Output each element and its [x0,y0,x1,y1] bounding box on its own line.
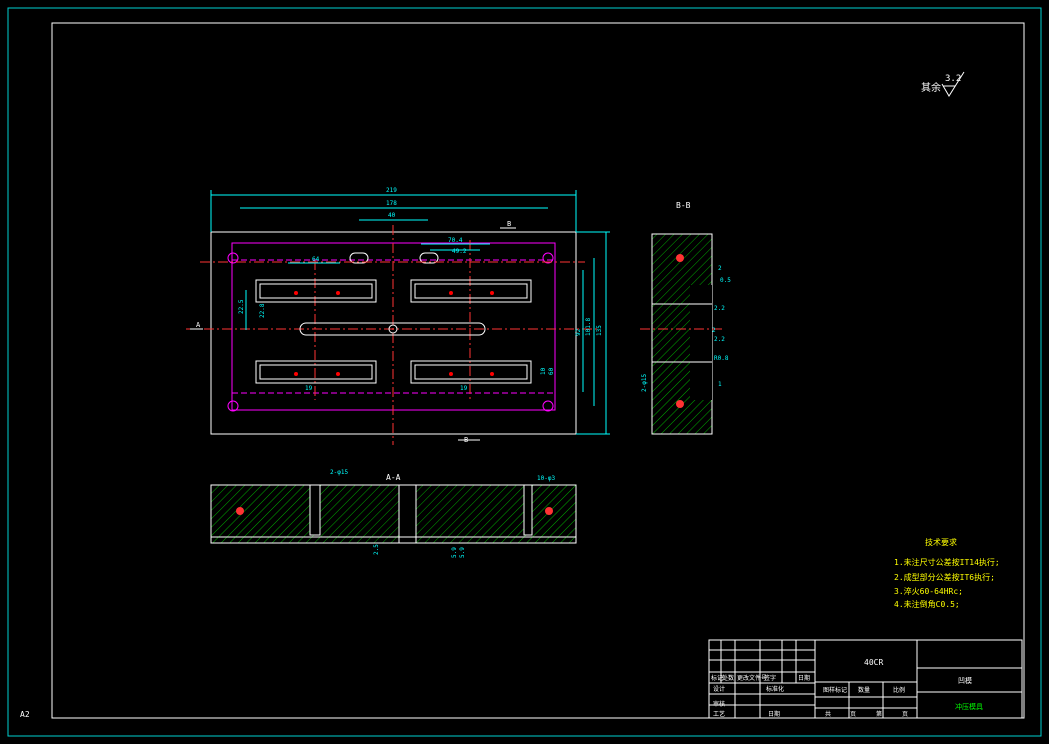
dim-22-8: 22.8 [259,303,266,318]
section-bb-title: B-B [676,201,691,210]
part-name: 凹模 [958,676,972,685]
tb-sheet-current: 第 [876,710,882,718]
tb-scale: 比例 [893,686,905,694]
section-aa-view: A-A 2-φ15 10-φ3 2.5 5.9 5.9 [210,469,577,558]
tb-sheet-page-2: 页 [902,711,908,718]
bb-callout-7: 1 [718,381,722,388]
tb-label-date-2: 日期 [768,710,780,718]
tb-sheet-total: 共 [825,710,831,718]
top-view: 219 178 40 70.4 49.2 64 19 19 135 101.8 … [186,187,610,445]
dim-10: 10 [540,367,547,375]
tb-quantity: 数量 [858,686,870,694]
surface-finish-prefix: 其余 [921,81,941,94]
tb-label-date: 日期 [798,674,810,682]
aa-callout-5: 5.9 [459,547,466,558]
aa-callout-3: 2.5 [373,544,380,555]
aa-callout-1: 2-φ15 [330,469,348,476]
tb-sheet-page-1: 页 [850,711,856,718]
bb-callout-2: 0.5 [720,277,731,284]
dim-19-b: 19 [460,385,468,392]
tb-stage-mark: 图样标记 [823,686,847,694]
tb-label-change-doc: 更改文件号 [737,674,767,682]
surface-finish-value: 3.2 [945,74,961,84]
tech-req-item-2: 2.成型部分公差按IT6执行; [894,572,995,582]
dim-178: 178 [386,200,397,207]
aa-callout-2: 10-φ3 [537,475,555,482]
section-bb-view: B-B 2 0.5 2.2 2 2.2 R0.8 1 2-φ15 [640,201,731,435]
tb-label-review: 审核 [713,700,725,708]
dim-40: 40 [388,212,396,219]
bb-callout-8: 2-φ15 [641,374,648,392]
section-mark-b-top: B [507,220,511,228]
tb-label-process: 工艺 [713,710,725,718]
dim-19-a: 19 [305,385,313,392]
sheet-size-label: A2 [20,710,30,719]
section-mark-a: A [196,321,201,329]
tech-req-item-3: 3.淬火60-64HRc; [894,586,963,596]
bb-callout-4: 2 [712,327,716,334]
dim-101-8: 101.8 [585,318,592,336]
dim-49-2: 49.2 [452,248,467,255]
tb-label-sign: 签字 [764,674,776,682]
drawing-number: 冲压模具 [955,702,983,711]
dim-22-5: 22.5 [238,299,245,314]
tech-req-item-4: 4.未注倒角C0.5; [894,599,960,609]
tb-label-design: 设计 [713,685,725,693]
section-aa-title: A-A [386,473,401,482]
bb-callout-6: R0.8 [714,355,729,362]
dim-135: 135 [596,325,603,336]
tb-label-count: 处数 [722,674,734,682]
bb-callout-1: 2 [718,265,722,272]
dim-219: 219 [386,187,397,194]
technical-requirements: 技术要求 1.未注尺寸公差按IT14执行; 2.成型部分公差按IT6执行; 3.… [894,537,1000,609]
tech-req-item-1: 1.未注尺寸公差按IT14执行; [894,557,1000,567]
dim-70-4: 70.4 [448,237,463,244]
aa-callout-4: 5.9 [451,547,458,558]
material-label: 40CR [864,658,883,667]
surface-finish-symbol: 其余 3.2 [921,71,965,97]
tb-label-standard: 标准化 [766,685,784,693]
title-block-text: 40CR 凹模 冲压模具 标记 处数 更改文件号 签字 日期 设计 标准化 审核… [711,658,983,718]
tech-req-title: 技术要求 [925,537,957,547]
outer-border [7,7,1042,737]
dim-60: 60 [548,367,555,375]
dim-92: 92 [575,328,582,336]
dim-64: 64 [312,256,320,263]
bb-callout-5: 2.2 [714,336,725,343]
section-mark-b-bottom: B [464,436,468,444]
cad-drawing-canvas: A2 其余 3.2 219 178 40 70.4 49.2 64 19 19 … [7,7,1042,737]
bb-callout-3: 2.2 [714,305,725,312]
inner-frame [51,22,1025,719]
